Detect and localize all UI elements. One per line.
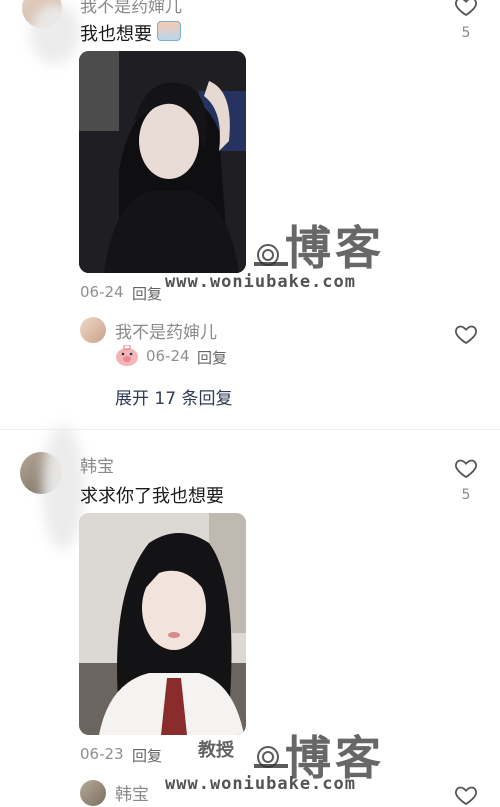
reply-date: 06-24 [146,347,190,365]
commenter-name[interactable]: 韩宝 [80,452,114,477]
privacy-blur [42,425,84,550]
watermark-title: 博客 [285,221,385,275]
commenter-name[interactable]: 我不是药婶儿 [80,0,182,17]
like-heart-icon[interactable] [453,0,479,18]
like-count: 5 [461,487,471,503]
snail-logo-icon [254,746,288,768]
privacy-blur [30,2,80,64]
reply-avatar[interactable] [80,317,106,343]
pig-emoji-icon [116,345,138,366]
snail-logo-icon [254,244,288,266]
like-heart-icon[interactable] [453,322,479,346]
like-count: 5 [461,25,471,41]
comment-text: 求求你了我也想要 [80,486,224,507]
reply-avatar[interactable] [80,780,106,806]
sticker-emoji-icon [157,21,181,41]
watermark-url: www.woniubake.com [165,272,356,292]
reply-author-name[interactable]: 我不是药婶儿 [115,318,217,343]
comment-text: 我也想要 [80,24,152,45]
comment-divider [0,429,500,430]
watermark-url: www.woniubake.com [165,774,356,794]
like-heart-icon[interactable] [453,456,479,480]
reply-button[interactable]: 回复 [197,347,227,368]
watermark-tag: 教授 [198,740,234,761]
portrait-figure-image [79,513,246,735]
watermark: 博客 www.woniubake.com [110,212,400,292]
expand-replies-link[interactable]: 展开 17 条回复 [115,384,232,409]
watermark: 博客 教授 www.woniubake.com [110,722,400,802]
comment-photo[interactable] [79,513,246,735]
like-heart-icon[interactable] [453,783,479,807]
